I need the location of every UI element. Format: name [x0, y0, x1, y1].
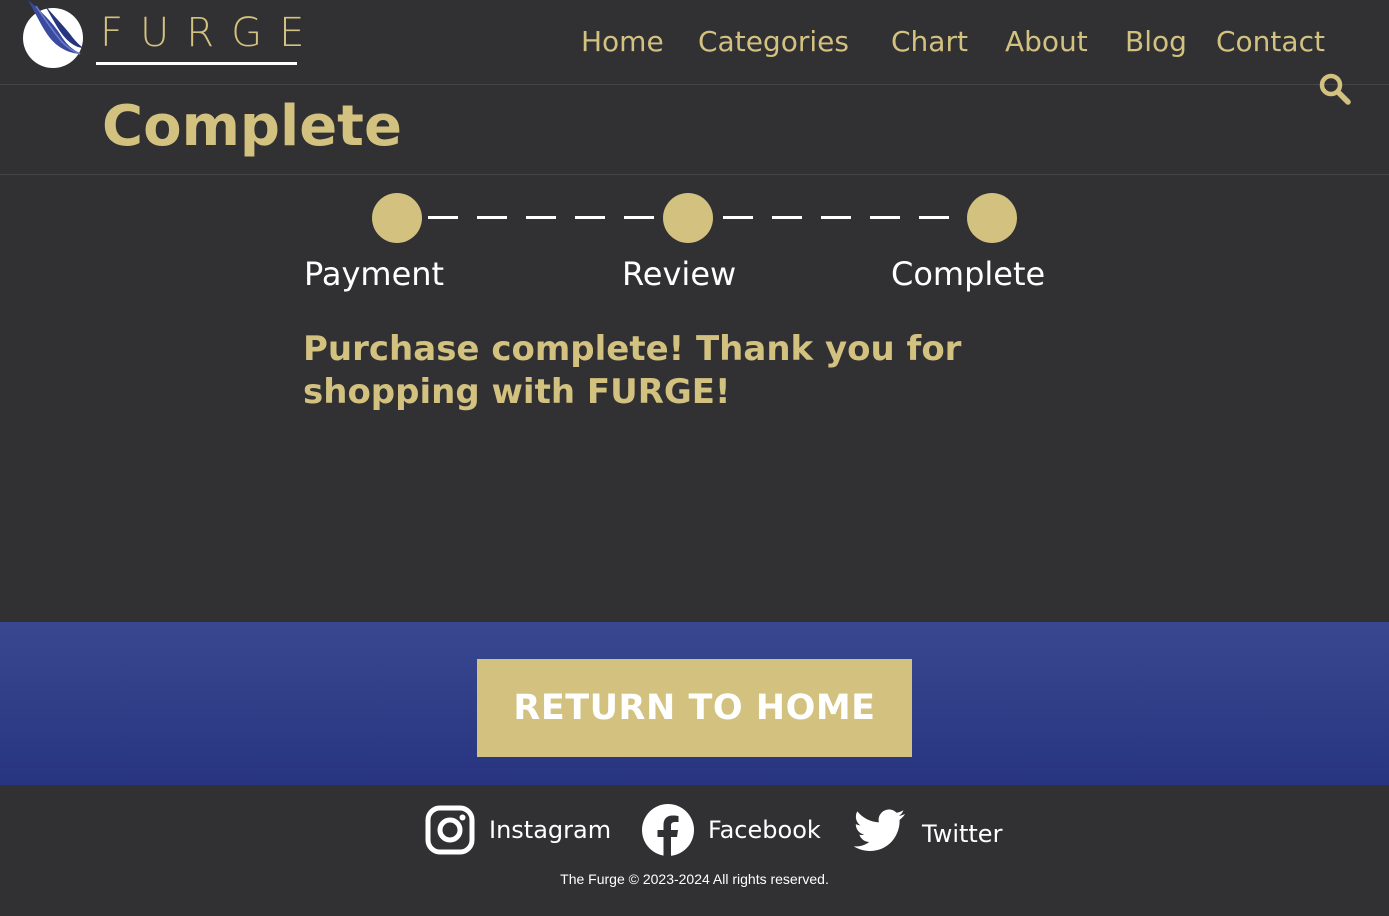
- purchase-complete-message: Purchase complete! Thank you for shoppin…: [303, 329, 962, 412]
- step-dot-complete: [967, 193, 1017, 243]
- step-label-payment: Payment: [304, 255, 445, 293]
- step-dash: [428, 216, 458, 219]
- brand-name: FURGE: [100, 10, 322, 56]
- facebook-label: Facebook: [708, 816, 821, 844]
- step-dash: [772, 216, 802, 219]
- nav-chart[interactable]: Chart: [891, 22, 968, 62]
- step-dash: [821, 216, 851, 219]
- page: FURGE Home Categories Chart About Blog C…: [0, 0, 1389, 916]
- brand-underline: [96, 62, 297, 65]
- step-dash: [919, 216, 949, 219]
- nav-contact[interactable]: Contact: [1216, 22, 1325, 62]
- facebook-link[interactable]: Facebook: [642, 804, 821, 856]
- step-dash: [624, 216, 654, 219]
- facebook-icon: [642, 804, 694, 856]
- nav-home[interactable]: Home: [581, 22, 664, 62]
- step-label-review: Review: [622, 255, 737, 293]
- twitter-link[interactable]: Twitter: [852, 808, 1002, 856]
- nav-categories[interactable]: Categories: [698, 22, 849, 62]
- step-dot-review: [663, 193, 713, 243]
- step-dash: [477, 216, 507, 219]
- copyright-text: The Furge © 2023-2024 All rights reserve…: [560, 871, 829, 887]
- instagram-link[interactable]: Instagram: [425, 805, 611, 855]
- step-label-complete: Complete: [891, 255, 1046, 293]
- nav-blog[interactable]: Blog: [1125, 22, 1187, 62]
- page-title: Complete: [102, 94, 402, 159]
- instagram-label: Instagram: [489, 816, 612, 844]
- nav-about[interactable]: About: [1005, 22, 1088, 62]
- step-dash: [526, 216, 556, 219]
- site-header: FURGE Home Categories Chart About Blog C…: [0, 0, 1389, 105]
- step-dot-payment: [372, 193, 422, 243]
- twitter-label: Twitter: [922, 820, 1003, 848]
- furge-leaf-logo-icon: [23, 0, 84, 68]
- home-logo-link[interactable]: [22, 0, 84, 70]
- step-dash: [723, 216, 753, 219]
- instagram-icon: [425, 805, 475, 855]
- return-to-home-button[interactable]: RETURN TO HOME: [477, 659, 912, 757]
- step-dash: [575, 216, 605, 219]
- step-dash: [870, 216, 900, 219]
- twitter-icon: [853, 809, 905, 851]
